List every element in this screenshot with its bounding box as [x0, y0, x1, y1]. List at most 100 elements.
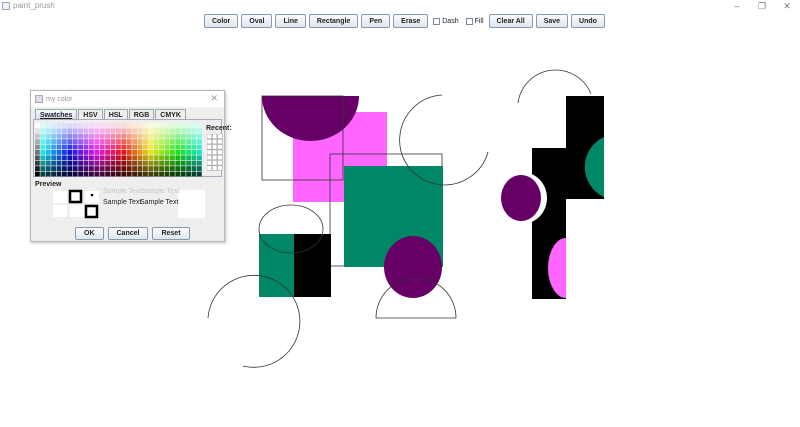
color-swatch[interactable] [56, 128, 62, 134]
color-swatch[interactable] [78, 160, 83, 166]
reset-button[interactable]: Reset [152, 227, 190, 240]
color-swatch[interactable] [148, 171, 154, 177]
color-swatch[interactable] [159, 166, 164, 171]
color-swatch[interactable] [40, 133, 46, 139]
color-swatch[interactable] [175, 155, 181, 161]
color-swatch[interactable] [186, 144, 191, 150]
color-swatch[interactable] [78, 139, 83, 144]
color-swatch[interactable] [137, 171, 143, 177]
color-swatch[interactable] [197, 155, 202, 161]
color-swatch[interactable] [99, 139, 105, 144]
color-swatch[interactable] [35, 166, 40, 171]
color-swatch[interactable] [164, 144, 170, 150]
color-swatch[interactable] [78, 155, 83, 161]
color-swatch[interactable] [175, 133, 181, 139]
color-swatch[interactable] [45, 128, 51, 134]
color-swatch[interactable] [67, 150, 73, 155]
color-swatch[interactable] [78, 123, 83, 128]
fill-checkbox[interactable]: Fill [464, 17, 486, 25]
color-swatch[interactable] [180, 144, 186, 150]
color-swatch[interactable] [148, 128, 154, 134]
color-swatch[interactable] [89, 171, 94, 177]
color-swatch[interactable] [148, 139, 154, 144]
color-swatch[interactable] [153, 150, 159, 155]
color-swatch[interactable] [110, 160, 116, 166]
color-swatch[interactable] [94, 144, 100, 150]
color-swatch[interactable] [126, 166, 132, 171]
color-swatch[interactable] [51, 150, 56, 155]
color-swatch[interactable] [170, 171, 175, 177]
color-swatch[interactable] [35, 133, 40, 139]
color-swatch[interactable] [126, 128, 132, 134]
color-swatch[interactable] [126, 123, 132, 128]
color-swatch[interactable] [148, 133, 154, 139]
color-swatch[interactable] [78, 133, 83, 139]
dialog-title-bar[interactable]: my color ✕ [31, 91, 224, 107]
color-swatch[interactable] [164, 155, 170, 161]
color-swatch[interactable] [105, 171, 110, 177]
color-swatch[interactable] [121, 133, 127, 139]
color-swatch[interactable] [191, 139, 197, 144]
color-swatch[interactable] [116, 123, 121, 128]
color-swatch[interactable] [143, 160, 148, 166]
color-swatch[interactable] [51, 133, 56, 139]
recent-swatch[interactable] [212, 154, 218, 161]
color-swatch[interactable] [170, 160, 175, 166]
color-swatch[interactable] [159, 139, 164, 144]
color-swatch[interactable] [121, 155, 127, 161]
color-swatch[interactable] [143, 150, 148, 155]
color-swatch[interactable] [62, 128, 67, 134]
color-swatch[interactable] [180, 123, 186, 128]
recent-swatch[interactable] [217, 149, 223, 155]
color-swatch[interactable] [110, 128, 116, 134]
color-swatch[interactable] [110, 155, 116, 161]
color-swatch[interactable] [94, 160, 100, 166]
recent-swatch[interactable] [217, 134, 223, 139]
recent-swatch[interactable] [212, 144, 218, 150]
color-swatch[interactable] [62, 171, 67, 177]
color-swatch[interactable] [148, 150, 154, 155]
color-swatch[interactable] [175, 144, 181, 150]
color-swatch[interactable] [116, 144, 121, 150]
color-swatch[interactable] [191, 150, 197, 155]
color-swatch[interactable] [94, 139, 100, 144]
color-swatch[interactable] [78, 128, 83, 134]
recent-swatch[interactable] [217, 144, 223, 150]
color-swatch[interactable] [164, 160, 170, 166]
color-swatch[interactable] [72, 123, 78, 128]
color-swatch[interactable] [159, 128, 164, 134]
color-swatch[interactable] [180, 133, 186, 139]
color-swatch[interactable] [110, 166, 116, 171]
color-swatch[interactable] [137, 144, 143, 150]
color-swatch[interactable] [159, 160, 164, 166]
color-swatch[interactable] [153, 160, 159, 166]
color-swatch[interactable] [132, 133, 137, 139]
pen-button[interactable]: Pen [361, 14, 391, 28]
color-swatch[interactable] [72, 144, 78, 150]
color-swatch[interactable] [45, 123, 51, 128]
color-swatch[interactable] [121, 128, 127, 134]
color-swatch[interactable] [62, 150, 67, 155]
color-swatch[interactable] [132, 166, 137, 171]
color-swatch[interactable] [170, 144, 175, 150]
color-button[interactable]: Color [204, 14, 239, 28]
color-swatch[interactable] [40, 139, 46, 144]
color-swatch[interactable] [89, 133, 94, 139]
color-swatch[interactable] [153, 171, 159, 177]
color-swatch[interactable] [35, 123, 40, 128]
color-swatch[interactable] [148, 123, 154, 128]
color-swatch[interactable] [175, 128, 181, 134]
color-swatch[interactable] [45, 139, 51, 144]
color-swatch[interactable] [110, 139, 116, 144]
color-swatch[interactable] [94, 133, 100, 139]
color-swatch[interactable] [45, 155, 51, 161]
color-swatch[interactable] [148, 144, 154, 150]
color-swatch[interactable] [51, 128, 56, 134]
color-swatch[interactable] [105, 133, 110, 139]
color-swatch[interactable] [197, 166, 202, 171]
color-swatch[interactable] [197, 133, 202, 139]
color-swatch[interactable] [99, 166, 105, 171]
color-swatch[interactable] [99, 160, 105, 166]
color-swatch[interactable] [191, 155, 197, 161]
recent-swatch[interactable] [217, 160, 223, 166]
